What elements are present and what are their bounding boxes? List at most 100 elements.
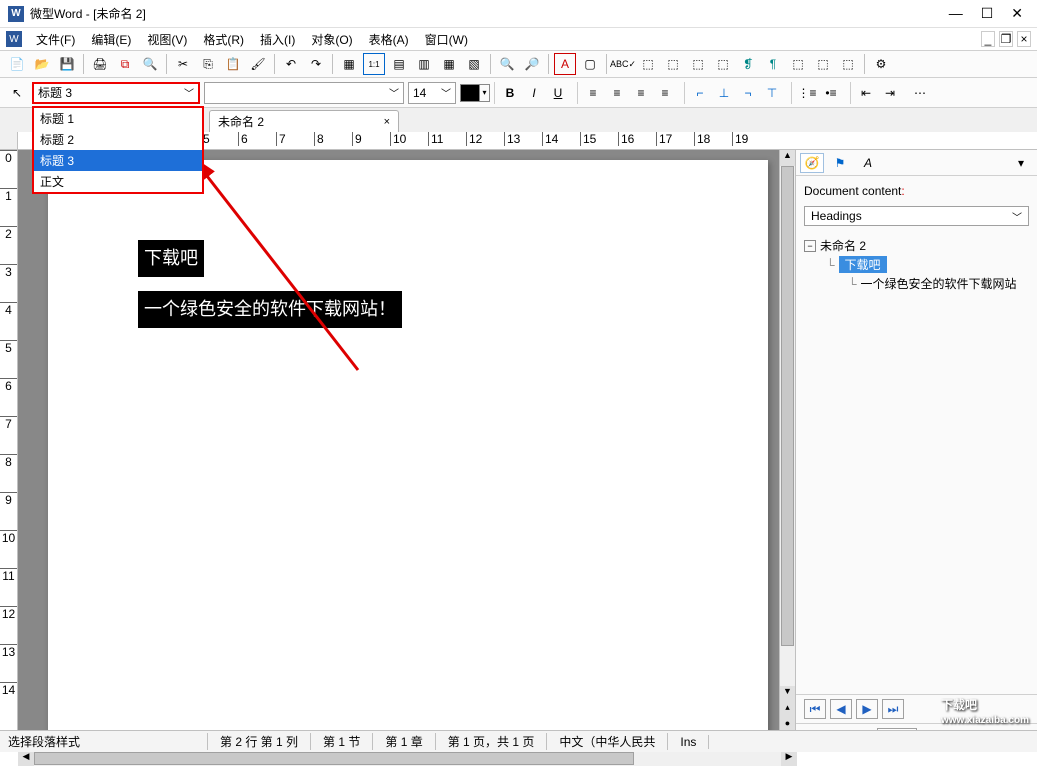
style-option[interactable]: 标题 3 (34, 150, 202, 171)
menu-file[interactable]: 文件(F) (30, 29, 81, 50)
scroll-right-icon[interactable]: ▶ (781, 751, 797, 766)
style-option[interactable]: 正文 (34, 171, 202, 192)
scroll-up-icon[interactable]: ▲ (780, 150, 795, 166)
bold-icon[interactable]: B (499, 82, 521, 104)
layout2-icon[interactable]: ▥ (413, 53, 435, 75)
horizontal-scrollbar[interactable]: ◀ ▶ (18, 750, 797, 766)
edit-region[interactable]: 下载吧 一个绿色安全的软件下载网站！ (18, 150, 779, 750)
flag-tab-icon[interactable]: ⚑ (828, 153, 852, 173)
cut-icon[interactable]: ✂ (172, 53, 194, 75)
print-icon[interactable]: 🖨 (89, 53, 111, 75)
undo-icon[interactable]: ↶ (280, 53, 302, 75)
hscroll-thumb[interactable] (34, 752, 634, 765)
last-icon[interactable]: ⏭ (882, 699, 904, 719)
obj3-icon[interactable]: ⬚ (687, 53, 709, 75)
fit-icon[interactable]: 1:1 (363, 53, 385, 75)
panel-menu-icon[interactable]: ▾ (1009, 153, 1033, 173)
pdf-icon[interactable]: ⧉ (114, 53, 136, 75)
menu-object[interactable]: 对象(O) (305, 29, 358, 50)
font-color-icon[interactable]: A (554, 53, 576, 75)
mdi-restore[interactable]: ❐ (999, 31, 1013, 47)
style-option[interactable]: 标题 2 (34, 129, 202, 150)
font-color-picker[interactable]: ▾ (460, 84, 490, 102)
next-icon[interactable]: ▶ (856, 699, 878, 719)
align-left-icon[interactable]: ≡ (582, 82, 604, 104)
tab3-icon[interactable]: ¬ (737, 82, 759, 104)
collapse-icon[interactable]: − (804, 240, 816, 252)
zoom2-icon[interactable]: 🔎 (521, 53, 543, 75)
symbol-icon[interactable]: ❡ (737, 53, 759, 75)
font-combo[interactable]: ﹀ (204, 82, 404, 104)
tab2-icon[interactable]: ⊥ (713, 82, 735, 104)
layout1-icon[interactable]: ▤ (388, 53, 410, 75)
spellcheck-icon[interactable]: ABC✓ (612, 53, 634, 75)
document-tab[interactable]: 未命名 2 × (209, 110, 399, 132)
italic-icon[interactable]: I (523, 82, 545, 104)
open-icon[interactable]: 📂 (31, 53, 53, 75)
status-insert-mode[interactable]: Ins (680, 735, 709, 749)
outdent-icon[interactable]: ⇤ (855, 82, 877, 104)
page[interactable]: 下载吧 一个绿色安全的软件下载网站！ (48, 160, 768, 750)
redo-icon[interactable]: ↷ (305, 53, 327, 75)
align-right-icon[interactable]: ≡ (630, 82, 652, 104)
layout4-icon[interactable]: ▧ (463, 53, 485, 75)
bullet-list-icon[interactable]: •≡ (820, 82, 842, 104)
vertical-ruler[interactable]: 01234567891011121314 (0, 150, 18, 750)
misc2-icon[interactable]: ⬚ (812, 53, 834, 75)
save-icon[interactable]: 💾 (56, 53, 78, 75)
scroll-thumb[interactable] (781, 166, 794, 646)
tree-node[interactable]: └ 一个绿色安全的软件下载网站 (848, 274, 1029, 293)
tab1-icon[interactable]: ⌐ (689, 82, 711, 104)
obj2-icon[interactable]: ⬚ (662, 53, 684, 75)
scroll-down-icon[interactable]: ▼ (780, 686, 795, 702)
underline-icon[interactable]: U (547, 82, 569, 104)
menu-view[interactable]: 视图(V) (141, 29, 193, 50)
menu-window[interactable]: 窗口(W) (419, 29, 474, 50)
align-center-icon[interactable]: ≡ (606, 82, 628, 104)
layout3-icon[interactable]: ▦ (438, 53, 460, 75)
zoom-icon[interactable]: 🔍 (496, 53, 518, 75)
selected-text-line2[interactable]: 一个绿色安全的软件下载网站！ (138, 291, 402, 328)
minimize-button[interactable]: — (949, 5, 963, 22)
headings-select[interactable]: Headings ﹀ (804, 206, 1029, 226)
tree-node[interactable]: └ 下载吧 (826, 255, 1029, 274)
selected-text-line1[interactable]: 下载吧 (138, 240, 204, 277)
text-tab-icon[interactable]: A (856, 153, 880, 173)
copy-icon[interactable]: ⎘ (197, 53, 219, 75)
misc1-icon[interactable]: ⬚ (787, 53, 809, 75)
preview-icon[interactable]: 🔍 (139, 53, 161, 75)
numbered-list-icon[interactable]: ⋮≡ (796, 82, 818, 104)
style-option[interactable]: 标题 1 (34, 108, 202, 129)
close-button[interactable]: ✕ (1011, 5, 1023, 22)
cursor-icon[interactable]: ↖ (6, 82, 28, 104)
scroll-left-icon[interactable]: ◀ (18, 751, 34, 766)
pilcrow-icon[interactable]: ¶ (762, 53, 784, 75)
tab-close-icon[interactable]: × (384, 116, 390, 128)
misc3-icon[interactable]: ⬚ (837, 53, 859, 75)
menu-table[interactable]: 表格(A) (363, 29, 415, 50)
menu-insert[interactable]: 插入(I) (254, 29, 301, 50)
settings-icon[interactable]: ⚙ (870, 53, 892, 75)
maximize-button[interactable]: ☐ (981, 5, 994, 22)
mdi-minimize[interactable]: _ (981, 31, 995, 47)
prev-icon[interactable]: ◀ (830, 699, 852, 719)
tab4-icon[interactable]: ⊤ (761, 82, 783, 104)
mdi-close[interactable]: × (1017, 31, 1031, 47)
style-combo[interactable]: 标题 3 ﹀ 标题 1 标题 2 标题 3 正文 (32, 82, 200, 104)
menu-format[interactable]: 格式(R) (197, 29, 250, 50)
more-icon[interactable]: ⋯ (909, 82, 931, 104)
compass-tab-icon[interactable]: 🧭 (800, 153, 824, 173)
first-icon[interactable]: ⏮ (804, 699, 826, 719)
new-icon[interactable]: 📄 (6, 53, 28, 75)
highlight-icon[interactable]: ▢ (579, 53, 601, 75)
align-justify-icon[interactable]: ≡ (654, 82, 676, 104)
table-icon[interactable]: ▦ (338, 53, 360, 75)
indent-icon[interactable]: ⇥ (879, 82, 901, 104)
obj4-icon[interactable]: ⬚ (712, 53, 734, 75)
vertical-scrollbar[interactable]: ▲ ▼ ▴ ● ▾ (779, 150, 795, 750)
size-combo[interactable]: 14 ﹀ (408, 82, 456, 104)
obj1-icon[interactable]: ⬚ (637, 53, 659, 75)
prev-page-icon[interactable]: ▴ (780, 702, 795, 718)
paste-icon[interactable]: 📋 (222, 53, 244, 75)
menu-edit[interactable]: 编辑(E) (85, 29, 137, 50)
